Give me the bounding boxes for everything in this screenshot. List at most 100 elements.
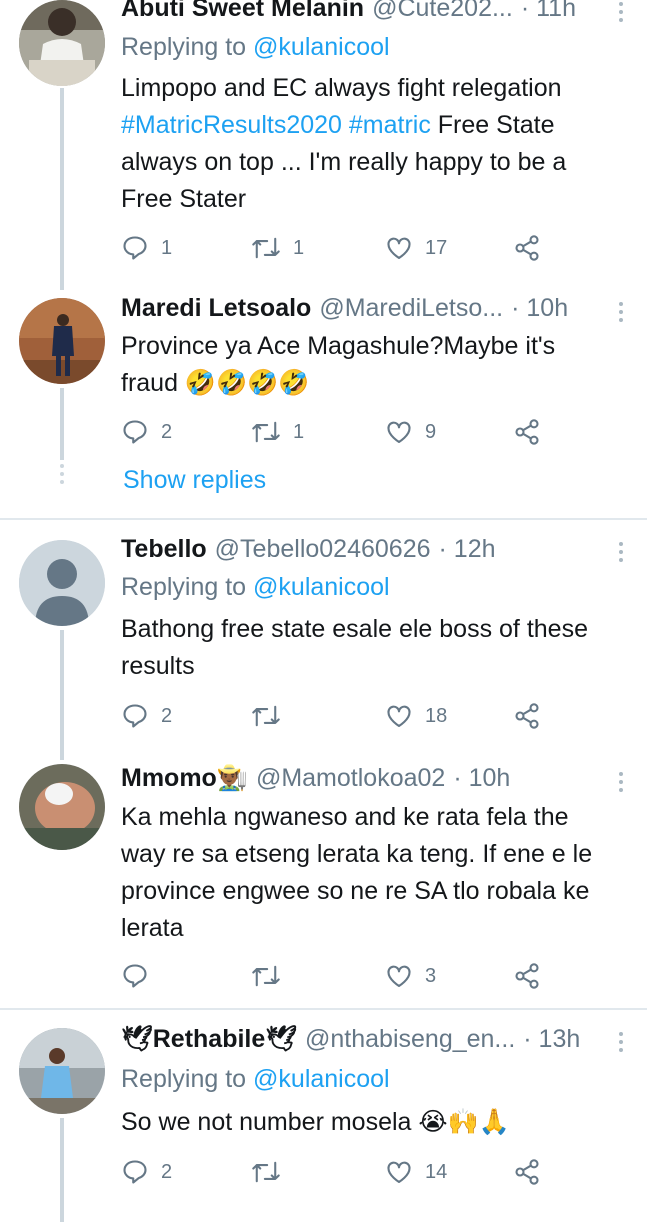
avatar[interactable] bbox=[19, 1028, 105, 1114]
retweet-icon bbox=[252, 421, 280, 443]
like-button[interactable]: 17 bbox=[385, 232, 447, 264]
more-vertical-icon[interactable] bbox=[617, 772, 625, 796]
timestamp[interactable]: · 13h bbox=[523, 1025, 580, 1054]
avatar-image bbox=[19, 1028, 105, 1114]
retweet-button[interactable]: 1 bbox=[251, 416, 304, 448]
replying-to: Replying to @kulanicool bbox=[121, 33, 390, 62]
share-button[interactable] bbox=[513, 700, 541, 732]
like-count: 18 bbox=[425, 704, 448, 727]
heart-icon bbox=[387, 705, 411, 727]
share-button[interactable] bbox=[513, 416, 541, 448]
reply-count: 2 bbox=[161, 704, 173, 727]
tweet-actions: 1 1 17 bbox=[121, 232, 561, 264]
retweet-count: 1 bbox=[293, 420, 305, 443]
retweet-button[interactable] bbox=[251, 1156, 293, 1188]
timestamp[interactable]: · 11h bbox=[521, 0, 576, 23]
text-fragment: Free State bbox=[430, 111, 555, 139]
timestamp[interactable]: · 10h bbox=[511, 294, 568, 323]
tweet-text: So we not number mosela 😭🙌🙏 bbox=[121, 1104, 631, 1141]
more-vertical-icon[interactable] bbox=[617, 1032, 625, 1056]
thread-line bbox=[60, 630, 64, 760]
tweet-4[interactable]: Mmomo👨🏾‍🌾 @Mamotlokoa02 · 10h Ka mehla n… bbox=[0, 760, 647, 1008]
tweet-2[interactable]: Maredi Letsoalo @MarediLetso... · 10h Pr… bbox=[0, 290, 647, 518]
timestamp[interactable]: · 12h bbox=[439, 535, 496, 564]
retweet-count: 1 bbox=[293, 236, 305, 259]
tweet-header: Tebello @Tebello02460626 · 12h bbox=[121, 535, 605, 564]
share-icon bbox=[515, 963, 539, 989]
more-vertical-icon[interactable] bbox=[617, 302, 625, 326]
user-handle[interactable]: @MarediLetso... bbox=[319, 294, 503, 323]
reply-button[interactable]: 1 bbox=[121, 232, 172, 264]
avatar[interactable] bbox=[19, 764, 105, 850]
text-line: results bbox=[121, 652, 195, 680]
reply-button[interactable]: 2 bbox=[121, 700, 172, 732]
tweet-5[interactable]: 🕊Rethabile🕊 @nthabiseng_en... · 13h Repl… bbox=[0, 1010, 647, 1222]
share-button[interactable] bbox=[513, 232, 541, 264]
like-button[interactable]: 9 bbox=[385, 416, 436, 448]
retweet-icon bbox=[252, 705, 280, 727]
more-vertical-icon[interactable] bbox=[617, 542, 625, 566]
text-line: Bathong free state esale ele boss of the… bbox=[121, 615, 588, 643]
tweet-header: Abuti Sweet Melanin @Cute202... · 11h bbox=[121, 0, 605, 23]
like-count: 3 bbox=[425, 964, 437, 987]
heart-icon bbox=[387, 1161, 411, 1183]
reply-icon bbox=[123, 236, 147, 260]
tweet-text: Bathong free state esale ele boss of the… bbox=[121, 611, 631, 685]
avatar[interactable] bbox=[19, 540, 105, 626]
share-button[interactable] bbox=[513, 960, 541, 992]
share-button[interactable] bbox=[513, 1156, 541, 1188]
retweet-button[interactable] bbox=[251, 960, 293, 992]
avatar-image bbox=[19, 298, 105, 384]
retweet-button[interactable] bbox=[251, 700, 293, 732]
text-line: Ka mehla ngwaneso and ke rata fela the bbox=[121, 803, 569, 831]
avatar[interactable] bbox=[19, 298, 105, 384]
text-line: way re sa etseng lerata ka teng. If ene … bbox=[121, 840, 593, 868]
user-name[interactable]: Abuti Sweet Melanin bbox=[121, 0, 364, 23]
show-replies-link[interactable]: Show replies bbox=[123, 466, 266, 495]
tweet-actions: 2 18 bbox=[121, 700, 561, 732]
mention-link[interactable]: @kulanicool bbox=[253, 33, 390, 61]
tweet-text: Province ya Ace Magashule?Maybe it's fra… bbox=[121, 328, 631, 402]
reply-button[interactable]: 2 bbox=[121, 1156, 172, 1188]
more-vertical-icon[interactable] bbox=[617, 2, 625, 26]
avatar[interactable] bbox=[19, 0, 105, 86]
retweet-icon bbox=[252, 965, 280, 987]
user-handle[interactable]: @Mamotlokoa02 bbox=[256, 764, 445, 793]
like-button[interactable]: 18 bbox=[385, 700, 447, 732]
reply-count: 2 bbox=[161, 1160, 173, 1183]
reply-button[interactable] bbox=[121, 960, 161, 992]
text-line: province engwee so ne re SA tlo robala k… bbox=[121, 877, 590, 905]
user-handle[interactable]: @Tebello02460626 bbox=[215, 535, 431, 564]
text-line: Limpopo and EC always fight relegation bbox=[121, 74, 562, 102]
mention-link[interactable]: @kulanicool bbox=[253, 1065, 390, 1093]
timestamp[interactable]: · 10h bbox=[453, 764, 510, 793]
like-button[interactable]: 3 bbox=[385, 960, 436, 992]
user-name[interactable]: Mmomo👨🏾‍🌾 bbox=[121, 764, 248, 793]
avatar-image bbox=[19, 764, 105, 850]
tweet-3[interactable]: Tebello @Tebello02460626 · 12h Replying … bbox=[0, 520, 647, 760]
reply-button[interactable]: 2 bbox=[121, 416, 172, 448]
user-name[interactable]: Tebello bbox=[121, 535, 207, 564]
like-button[interactable]: 14 bbox=[385, 1156, 447, 1188]
text-line: lerata bbox=[121, 914, 184, 942]
tweet-actions: 2 1 9 bbox=[121, 416, 561, 448]
heart-icon bbox=[387, 237, 411, 259]
text-line: So we not number mosela 😭🙌🙏 bbox=[121, 1108, 510, 1136]
reply-icon bbox=[123, 964, 147, 988]
user-name[interactable]: 🕊Rethabile🕊 bbox=[121, 1025, 297, 1054]
user-handle[interactable]: @Cute202... bbox=[372, 0, 513, 23]
retweet-button[interactable]: 1 bbox=[251, 232, 304, 264]
tweet-1[interactable]: Abuti Sweet Melanin @Cute202... · 11h Re… bbox=[0, 0, 647, 290]
user-handle[interactable]: @nthabiseng_en... bbox=[305, 1025, 515, 1054]
avatar-image bbox=[19, 0, 105, 86]
like-count: 9 bbox=[425, 420, 437, 443]
hashtag-link[interactable]: #MatricResults2020 #matric bbox=[121, 111, 431, 139]
mention-link[interactable]: @kulanicool bbox=[253, 573, 390, 601]
replying-to-label: Replying to bbox=[121, 33, 254, 61]
reply-icon bbox=[123, 1160, 147, 1184]
replying-to-label: Replying to bbox=[121, 1065, 254, 1093]
text-line: Province ya Ace Magashule?Maybe it's bbox=[121, 332, 556, 360]
share-icon bbox=[515, 703, 539, 729]
user-name[interactable]: Maredi Letsoalo bbox=[121, 294, 311, 323]
heart-icon bbox=[387, 421, 411, 443]
